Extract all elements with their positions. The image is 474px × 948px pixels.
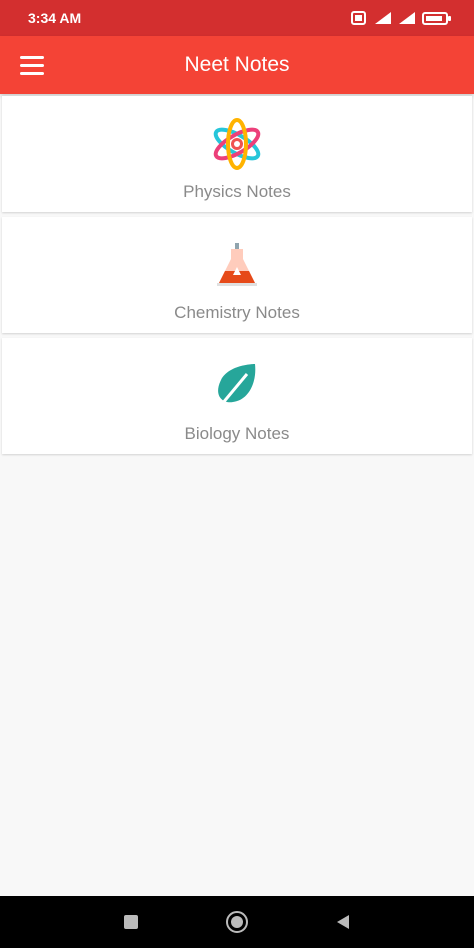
flask-icon: [217, 243, 257, 286]
status-time: 3:34 AM: [28, 10, 82, 26]
biology-notes-card[interactable]: Biology Notes: [2, 338, 472, 454]
recent-apps-icon[interactable]: [118, 909, 144, 935]
physics-notes-label: Physics Notes: [183, 182, 291, 201]
biology-notes-label: Biology Notes: [184, 424, 290, 443]
hamburger-menu-icon[interactable]: [20, 51, 48, 79]
signal-icon: [375, 12, 391, 24]
leaf-icon: [215, 364, 256, 411]
notification-icon: [351, 11, 366, 25]
chemistry-notes-label: Chemistry Notes: [174, 303, 300, 322]
battery-icon: [422, 11, 451, 25]
app-bar: Neet Notes: [0, 36, 474, 94]
chemistry-notes-card[interactable]: Chemistry Notes: [2, 217, 472, 333]
signal-icon: [399, 12, 415, 24]
navigation-bar: [0, 896, 474, 948]
atom-icon: [213, 118, 261, 170]
back-icon[interactable]: [330, 909, 356, 935]
physics-notes-card[interactable]: Physics Notes: [2, 96, 472, 212]
status-icons: [350, 11, 451, 25]
notes-list: Physics Notes Chemistry Notes Biology No…: [0, 96, 474, 459]
home-icon[interactable]: [224, 909, 250, 935]
status-bar: 3:34 AM: [0, 0, 474, 36]
app-title: Neet Notes: [184, 53, 290, 76]
